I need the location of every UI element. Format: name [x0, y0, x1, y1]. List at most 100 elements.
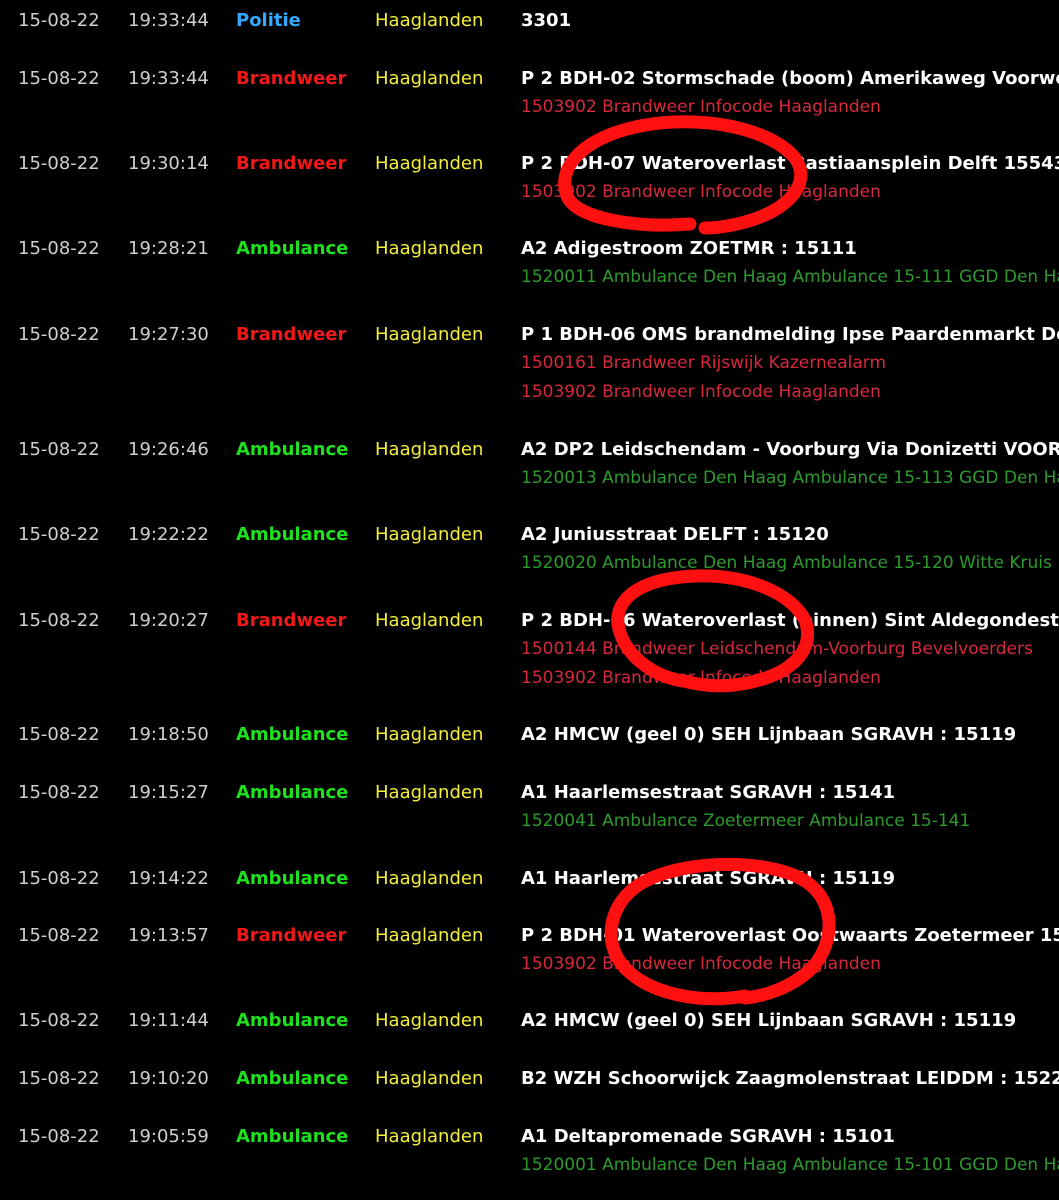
row-date: 15-08-22 [18, 868, 100, 889]
row-time: 19:05:59 [128, 1126, 209, 1147]
row-region: Haaglanden [375, 724, 484, 745]
row-region: Haaglanden [375, 238, 484, 259]
feed-row[interactable]: 15-08-22 19:15:27 Ambulance Haaglanden A… [0, 779, 1059, 831]
row-date: 15-08-22 [18, 524, 100, 545]
row-region: Haaglanden [375, 1126, 484, 1147]
row-region: Haaglanden [375, 782, 484, 803]
row-region: Haaglanden [375, 324, 484, 345]
row-region: Haaglanden [375, 10, 484, 31]
row-region: Haaglanden [375, 1010, 484, 1031]
row-service: Ambulance [236, 724, 349, 745]
row-region: Haaglanden [375, 610, 484, 631]
row-date: 15-08-22 [18, 724, 100, 745]
row-message: A2 Juniusstraat DELFT : 15120 [521, 524, 829, 545]
feed-row[interactable]: 15-08-22 19:14:22 Ambulance Haaglanden A… [0, 865, 1059, 905]
row-capcode-line: 1520020 Ambulance Den Haag Ambulance 15-… [521, 553, 1052, 573]
feed-row[interactable]: 15-08-22 19:33:44 Brandweer Haaglanden P… [0, 65, 1059, 117]
feed-row[interactable]: 15-08-22 19:13:57 Brandweer Haaglanden P… [0, 922, 1059, 974]
row-capcode-line: 1503902 Brandweer Infocode Haaglanden [521, 954, 881, 974]
row-message: A1 Haarlemsestraat SGRAVH : 15119 [521, 868, 896, 889]
row-capcode-line: 1503902 Brandweer Infocode Haaglanden [521, 97, 881, 117]
row-service: Ambulance [236, 868, 349, 889]
row-service: Ambulance [236, 1010, 349, 1031]
row-time: 19:13:57 [128, 925, 209, 946]
row-region: Haaglanden [375, 524, 484, 545]
row-time: 19:20:27 [128, 610, 209, 631]
row-region: Haaglanden [375, 868, 484, 889]
row-time: 19:18:50 [128, 724, 209, 745]
feed-row[interactable]: 15-08-22 19:22:22 Ambulance Haaglanden A… [0, 521, 1059, 573]
row-service: Ambulance [236, 439, 349, 460]
feed-row[interactable]: 15-08-22 19:11:44 Ambulance Haaglanden A… [0, 1007, 1059, 1047]
row-region: Haaglanden [375, 1068, 484, 1089]
feed-row[interactable]: 15-08-22 19:20:27 Brandweer Haaglanden P… [0, 607, 1059, 688]
row-time: 19:33:44 [128, 10, 209, 31]
feed-row[interactable]: 15-08-22 19:10:20 Ambulance Haaglanden B… [0, 1065, 1059, 1105]
row-capcode-line: 1520001 Ambulance Den Haag Ambulance 15-… [521, 1155, 1059, 1175]
row-message: P 2 BDH-07 Wateroverlast Bastiaansplein … [521, 153, 1059, 174]
row-capcode-line: 1520041 Ambulance Zoetermeer Ambulance 1… [521, 811, 971, 831]
row-region: Haaglanden [375, 925, 484, 946]
row-message: A1 Haarlemsestraat SGRAVH : 15141 [521, 782, 896, 803]
row-service: Ambulance [236, 238, 349, 259]
row-message: A2 Adigestroom ZOETMR : 15111 [521, 238, 857, 259]
row-date: 15-08-22 [18, 782, 100, 803]
row-capcode-line: 1520013 Ambulance Den Haag Ambulance 15-… [521, 468, 1059, 488]
row-capcode-line: 1520011 Ambulance Den Haag Ambulance 15-… [521, 267, 1059, 287]
row-message: A2 HMCW (geel 0) SEH Lijnbaan SGRAVH : 1… [521, 1010, 1017, 1031]
row-capcode-line: 1503902 Brandweer Infocode Haaglanden [521, 182, 881, 202]
row-date: 15-08-22 [18, 1068, 100, 1089]
row-message: P 1 BDH-06 OMS brandmelding Ipse Paarden… [521, 324, 1059, 345]
row-message: A1 Deltapromenade SGRAVH : 15101 [521, 1126, 895, 1147]
row-capcode-line: 1503902 Brandweer Infocode Haaglanden [521, 382, 881, 402]
row-date: 15-08-22 [18, 10, 100, 31]
feed-row[interactable]: 15-08-22 19:33:44 Politie Haaglanden 330… [0, 7, 1059, 47]
row-time: 19:14:22 [128, 868, 209, 889]
row-message: A2 HMCW (geel 0) SEH Lijnbaan SGRAVH : 1… [521, 724, 1017, 745]
row-date: 15-08-22 [18, 238, 100, 259]
row-service: Politie [236, 10, 301, 31]
feed-row[interactable]: 15-08-22 19:30:14 Brandweer Haaglanden P… [0, 150, 1059, 202]
row-service: Ambulance [236, 524, 349, 545]
feed-row[interactable]: 15-08-22 19:28:21 Ambulance Haaglanden A… [0, 235, 1059, 287]
row-capcode-line: 1500161 Brandweer Rijswijk Kazernealarm [521, 353, 887, 373]
row-date: 15-08-22 [18, 1126, 100, 1147]
row-time: 19:30:14 [128, 153, 209, 174]
row-time: 19:11:44 [128, 1010, 209, 1031]
row-capcode-line: 1503902 Brandweer Infocode Haaglanden [521, 668, 881, 688]
row-date: 15-08-22 [18, 153, 100, 174]
row-time: 19:28:21 [128, 238, 209, 259]
row-message: P 2 BDH-06 Wateroverlast (binnen) Sint A… [521, 610, 1059, 631]
p2000-message-feed: 15-08-22 19:33:44 Politie Haaglanden 330… [0, 0, 1059, 1200]
row-time: 19:33:44 [128, 68, 209, 89]
feed-row[interactable]: 15-08-22 19:05:59 Ambulance Haaglanden A… [0, 1123, 1059, 1175]
feed-row[interactable]: 15-08-22 19:27:30 Brandweer Haaglanden P… [0, 321, 1059, 402]
row-service: Brandweer [236, 153, 347, 174]
row-service: Brandweer [236, 610, 347, 631]
row-date: 15-08-22 [18, 925, 100, 946]
row-date: 15-08-22 [18, 1010, 100, 1031]
row-capcode-line: 1500144 Brandweer Leidschendam-Voorburg … [521, 639, 1033, 659]
row-service: Brandweer [236, 68, 347, 89]
row-time: 19:26:46 [128, 439, 209, 460]
row-date: 15-08-22 [18, 610, 100, 631]
row-date: 15-08-22 [18, 324, 100, 345]
row-date: 15-08-22 [18, 68, 100, 89]
row-message: P 2 BDH-02 Stormschade (boom) Amerikaweg… [521, 68, 1059, 89]
row-time: 19:15:27 [128, 782, 209, 803]
row-service: Ambulance [236, 1068, 349, 1089]
row-message: A2 DP2 Leidschendam - Voorburg Via Doniz… [521, 439, 1059, 460]
row-time: 19:27:30 [128, 324, 209, 345]
row-service: Ambulance [236, 1126, 349, 1147]
feed-row[interactable]: 15-08-22 19:26:46 Ambulance Haaglanden A… [0, 436, 1059, 488]
row-region: Haaglanden [375, 68, 484, 89]
row-service: Ambulance [236, 782, 349, 803]
row-message: 3301 [521, 10, 572, 31]
row-service: Brandweer [236, 324, 347, 345]
row-message: P 2 BDH-01 Wateroverlast Oostwaarts Zoet… [521, 925, 1059, 946]
feed-row[interactable]: 15-08-22 19:18:50 Ambulance Haaglanden A… [0, 721, 1059, 761]
row-date: 15-08-22 [18, 439, 100, 460]
row-service: Brandweer [236, 925, 347, 946]
row-time: 19:10:20 [128, 1068, 209, 1089]
row-region: Haaglanden [375, 153, 484, 174]
